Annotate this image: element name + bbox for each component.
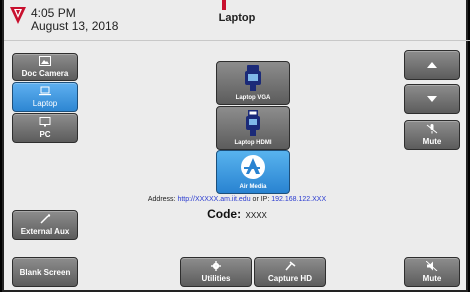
utilities-label: Utilities [201, 274, 231, 283]
volume-up-button[interactable] [404, 50, 460, 80]
air-media-button[interactable]: Air Media [216, 150, 290, 194]
speaker-mute-button[interactable]: Mute [404, 257, 460, 287]
air-media-label: Air Media [239, 184, 267, 190]
utilities-button[interactable]: Utilities [180, 257, 252, 287]
mic-mute-label: Mute [422, 137, 442, 146]
page-title: Laptop [218, 12, 256, 24]
pc-label: PC [39, 130, 51, 139]
arrow-down-icon [427, 96, 437, 102]
laptop-label: Laptop [32, 99, 58, 108]
address-or: or IP: [252, 196, 270, 203]
capture-pen-icon [285, 261, 296, 271]
blank-screen-button[interactable]: Blank Screen [12, 257, 78, 287]
address-ip: 192.168.122.XXX [271, 196, 327, 203]
header-divider [4, 40, 470, 41]
gear-icon [211, 261, 221, 271]
capture-hd-label: Capture HD [267, 274, 312, 283]
laptop-vga-button[interactable]: Laptop VGA [216, 61, 290, 105]
air-media-icon [241, 155, 265, 179]
laptop-hdmi-button[interactable]: Laptop HDMI [216, 106, 290, 150]
code-value: XXXX [245, 211, 267, 220]
monitor-icon [39, 117, 51, 127]
hdmi-connector-icon [246, 110, 260, 136]
top-indicator [222, 0, 226, 10]
external-aux-label: External Aux [20, 227, 70, 236]
control-panel: 4:05 PM August 13, 2018 Laptop Doc Camer… [2, 0, 470, 292]
code-label: Code: [207, 207, 242, 221]
speaker-mute-icon [426, 261, 438, 271]
blank-screen-label: Blank Screen [19, 267, 71, 277]
laptop-vga-label: Laptop VGA [235, 95, 271, 101]
capture-hd-button[interactable]: Capture HD [254, 257, 326, 287]
airmedia-code: Code: XXXX [4, 205, 470, 223]
address-label: Address: [147, 196, 176, 203]
address-url: http://XXXXX.am.iit.edu [177, 196, 251, 203]
volume-down-button[interactable] [404, 84, 460, 114]
laptop-icon [39, 86, 51, 96]
arrow-up-icon [427, 62, 437, 68]
image-icon [39, 56, 51, 66]
laptop-button[interactable]: Laptop [12, 82, 78, 112]
vga-connector-icon [245, 65, 261, 91]
laptop-hdmi-label: Laptop HDMI [234, 140, 272, 146]
pc-button[interactable]: PC [12, 113, 78, 143]
speaker-mute-label: Mute [422, 274, 442, 283]
mic-mute-button[interactable]: Mute [404, 120, 460, 150]
microphone-mute-icon [426, 124, 438, 134]
airmedia-address: Address: http://XXXXX.am.iit.edu or IP: … [4, 196, 470, 203]
doc-camera-button[interactable]: Doc Camera [12, 53, 78, 81]
doc-camera-label: Doc Camera [21, 69, 69, 78]
